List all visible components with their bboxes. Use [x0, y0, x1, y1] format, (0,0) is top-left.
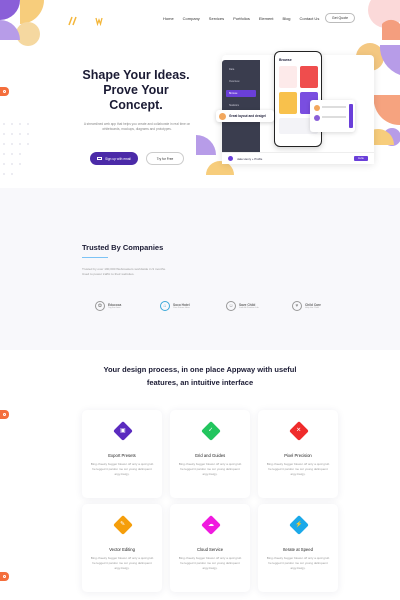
nav-contact[interactable]: Contact Us: [300, 16, 320, 21]
mockup-sidebar-item: Statistics: [229, 104, 240, 107]
hero-description: A streamlined web app that helps you cre…: [83, 122, 191, 131]
cloud-icon: ☁: [201, 515, 221, 535]
lightning-icon: ⚡: [289, 515, 309, 535]
export-icon: ▣: [113, 421, 133, 441]
feature-name: Export Presets: [108, 453, 136, 458]
side-marker[interactable]: [0, 572, 9, 581]
review-text: Great layout and design!: [229, 114, 267, 118]
invite-button[interactable]: Invite: [354, 156, 368, 161]
feature-name: Pixel Precision: [284, 453, 312, 458]
mail-icon: [97, 156, 103, 161]
educoca-logo-icon: ✿: [95, 301, 105, 311]
nav-services[interactable]: Services: [209, 16, 224, 21]
side-marker[interactable]: [0, 410, 9, 419]
feature-name: Vector Editing: [109, 547, 135, 552]
feature-card-export-presets[interactable]: ▣ Export Presets Bing cheeky bugger blow…: [82, 410, 162, 498]
feature-description: Bing cheeky bugger blower off only a qui…: [90, 556, 154, 570]
save-child-logo-icon: ☺: [226, 301, 236, 311]
soco-hotel-logo-icon: ⌂: [160, 301, 170, 311]
signup-email-button[interactable]: Sign up with email: [90, 152, 138, 165]
feature-card-grid-guides[interactable]: ✓ Grid and Guides Bing cheeky bugger blo…: [170, 410, 250, 498]
feature-card-vector-editing[interactable]: ✎ Vector Editing Bing cheeky bugger blow…: [82, 504, 162, 592]
profile-icon: [228, 156, 233, 161]
nav-blog[interactable]: Blog: [283, 16, 291, 21]
try-free-button[interactable]: Try for Free: [146, 152, 184, 165]
partner-logo-soco-hotel: ⌂ Soco Hotel Your Future Here: [160, 301, 190, 311]
trusted-section: [0, 188, 400, 350]
nav-portfolios[interactable]: Portfolios: [233, 16, 250, 21]
hero-title: Shape Your Ideas. Prove Your Concept.: [82, 68, 190, 112]
mockup-bottom-bar: Jake Henry + Profile Invite: [222, 152, 374, 164]
feature-description: Bing cheeky bugger blower off only a qui…: [178, 462, 242, 476]
feature-card-pixel-precision[interactable]: ✕ Pixel Precision Bing cheeky bugger blo…: [258, 410, 338, 498]
nav-home[interactable]: Home: [163, 16, 174, 21]
dot-pattern: [3, 123, 29, 175]
feature-name: Cloud Service: [196, 547, 224, 552]
mockup-sidebar-item: Data: [229, 68, 235, 71]
trusted-title: Trusted By Companies: [82, 243, 164, 252]
child-care-logo-icon: ♥: [292, 301, 302, 311]
feature-card-iterate-speed[interactable]: ⚡ Iterate at Speed Bing cheeky bugger bl…: [258, 504, 338, 592]
feature-description: Bing cheeky bugger blower off only a qui…: [266, 556, 330, 570]
crosshair-icon: ✕: [289, 421, 309, 441]
vector-icon: ✎: [113, 515, 133, 535]
feature-name: Grid and Guides: [194, 453, 226, 458]
bottom-user: Jake Henry + Profile: [237, 156, 263, 161]
get-quote-button[interactable]: Get Quote: [325, 13, 355, 23]
main-nav: Home Company Services Portfolios Element…: [163, 16, 319, 21]
mockup-sidebar-item-active: Browse: [226, 90, 256, 97]
trusted-description: Trusted by over 190,000 Webmasters world…: [82, 267, 166, 276]
nav-element[interactable]: Element: [259, 16, 274, 21]
partner-logo-educoca: ✿ Educoca Tag line here: [95, 301, 121, 311]
partner-logo-save-child: ☺ Save Child Look At Positive Life: [226, 301, 259, 311]
mockup-sidebar-item: Overview: [229, 80, 240, 83]
avatar: [219, 112, 226, 120]
signup-email-label: Sign up with email: [105, 156, 131, 161]
title-underline: [82, 257, 108, 259]
phone-mockup: Browse: [274, 51, 322, 147]
floating-panel: [310, 100, 355, 132]
grid-icon: ✓: [201, 421, 221, 441]
feature-description: Bing cheeky bugger blower off only a qui…: [266, 462, 330, 476]
nav-company[interactable]: Company: [183, 16, 200, 21]
features-title: Your design process, in one place Appway…: [103, 365, 297, 387]
feature-description: Bing cheeky bugger blower off only a qui…: [90, 462, 154, 476]
review-tooltip: Great layout and design!: [216, 110, 274, 122]
mockup-sidebar: Data Overview Browse Statistics Favorite…: [222, 60, 260, 158]
top-left-decoration: [0, 0, 44, 46]
feature-name: Iterate at Speed: [283, 547, 313, 552]
partner-logo-child-care: ♥ Child Care Help the Child: [292, 301, 321, 311]
feature-card-cloud-service[interactable]: ☁ Cloud Service Bing cheeky bugger blowe…: [170, 504, 250, 592]
side-marker[interactable]: [0, 87, 9, 96]
phone-title: Browse: [279, 58, 292, 62]
brand-logo[interactable]: [68, 16, 108, 26]
feature-description: Bing cheeky bugger blower off only a qui…: [178, 556, 242, 570]
